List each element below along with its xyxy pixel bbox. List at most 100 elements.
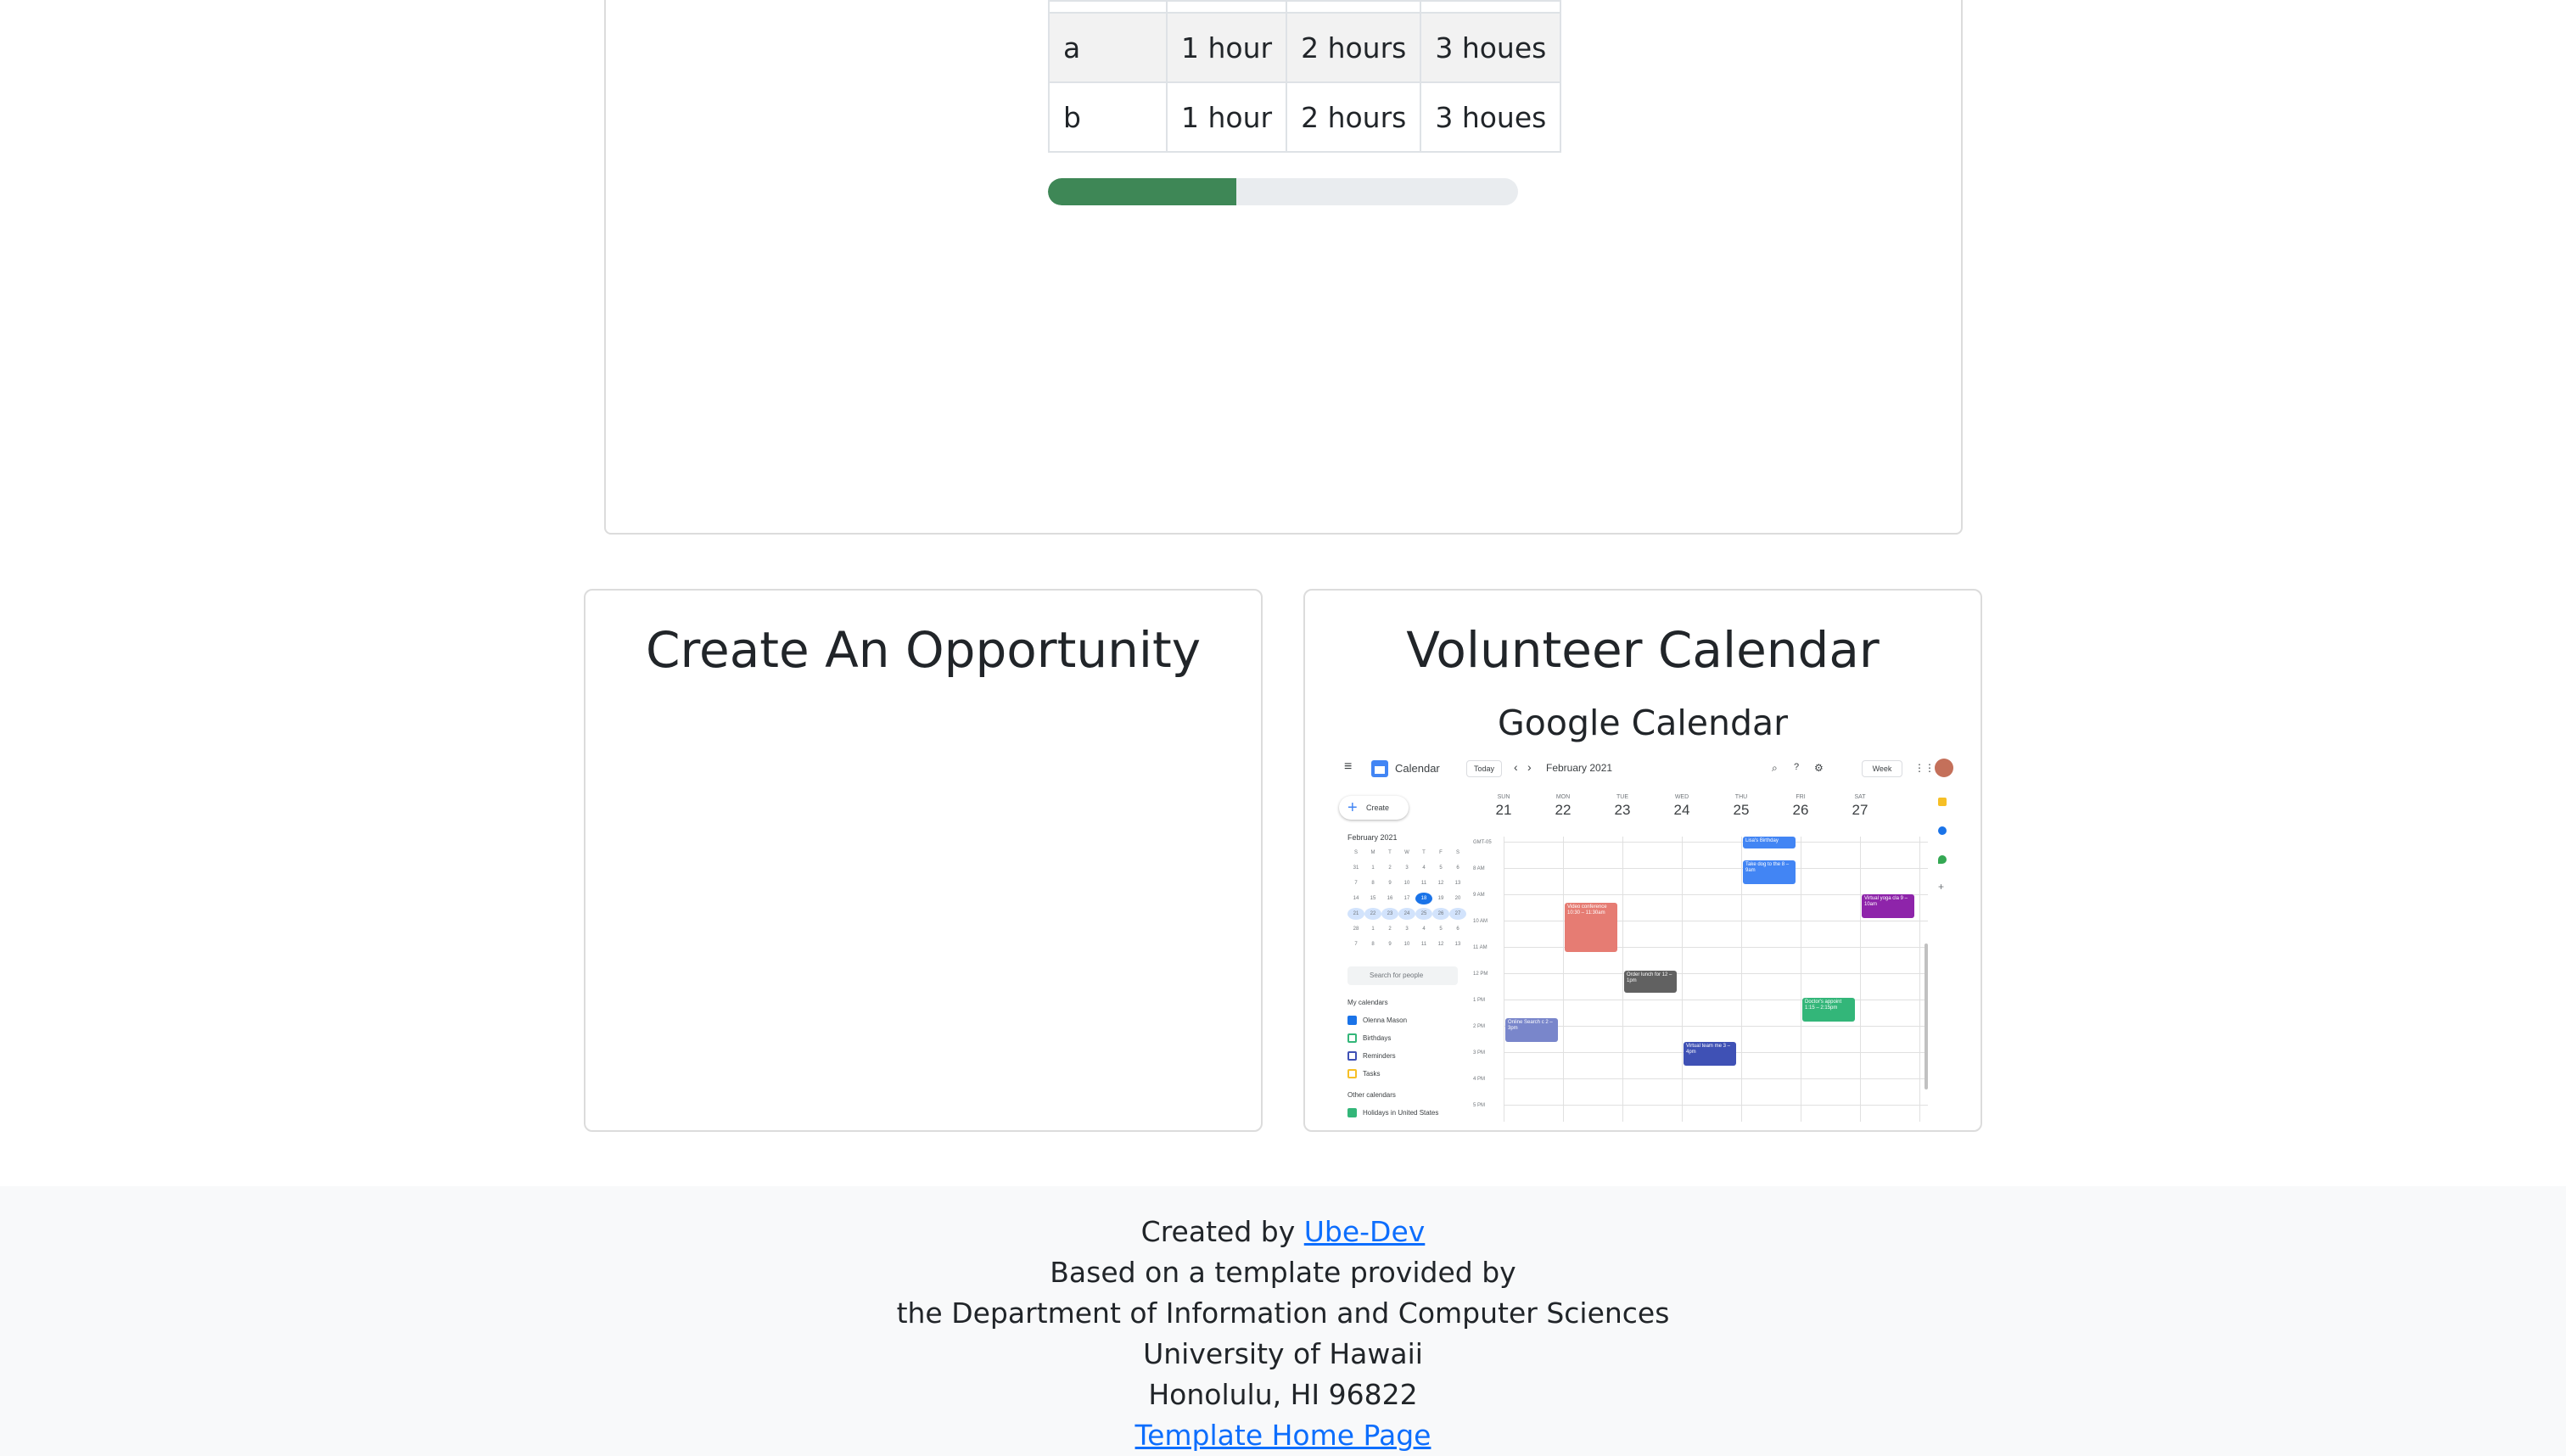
week-grid: Lisa's Birthday Take dog to the 8 – 9am Vi… bbox=[1504, 837, 1928, 1122]
day-header: SAT 27 bbox=[1830, 794, 1890, 819]
hour-line bbox=[1504, 1105, 1928, 1106]
table-row: a 1 hour 2 hours 3 houes bbox=[1048, 12, 1562, 83]
day-number: 22 bbox=[1555, 802, 1572, 818]
mini-day: 27 bbox=[1449, 908, 1466, 920]
calendar-list-item: Holidays in United States bbox=[1363, 1109, 1439, 1117]
day-name: WED bbox=[1674, 794, 1689, 800]
day-column-line bbox=[1563, 837, 1564, 1122]
mini-day: 11 bbox=[1420, 881, 1427, 886]
day-header: WED 24 bbox=[1652, 794, 1712, 819]
search-people-input: Search for people bbox=[1347, 966, 1458, 985]
mini-day: 12 bbox=[1437, 881, 1444, 886]
day-name: MON bbox=[1555, 794, 1571, 800]
calendar-event: Doctor's appoint 1:15 – 2:15pm bbox=[1802, 998, 1855, 1022]
calendar-event: Lisa's Birthday bbox=[1743, 837, 1796, 848]
calendar-list-item: Tasks bbox=[1363, 1070, 1381, 1078]
hour-line bbox=[1504, 1026, 1928, 1027]
row-name: b bbox=[1048, 81, 1168, 153]
day-number: 27 bbox=[1852, 802, 1868, 818]
day-name: FRI bbox=[1796, 794, 1806, 800]
hour-line bbox=[1504, 868, 1928, 869]
day-number: 21 bbox=[1495, 802, 1512, 818]
checkbox-icon bbox=[1347, 1069, 1357, 1078]
apps-grid-icon: ⋮⋮ bbox=[1914, 762, 1935, 774]
cell-one-hour: 1 hour bbox=[1165, 81, 1288, 153]
calendar-app-name: Calendar bbox=[1395, 762, 1440, 775]
mini-day: S bbox=[1455, 850, 1459, 855]
table-row: b 1 hour 2 hours 3 houes bbox=[1048, 81, 1562, 153]
mini-month-calendar: February 2021 S M T W T F S 31 1 2 3 4 5 6 7 8 9 10 11 12 13… bbox=[1347, 833, 1466, 947]
mini-day: 11 bbox=[1420, 942, 1427, 947]
calendar-toolbar: ≡ Calendar Today ‹ › February 2021 ⌕ ? ⚙… bbox=[1336, 757, 1955, 782]
hour-line bbox=[1504, 842, 1928, 843]
day-name: SUN bbox=[1497, 794, 1510, 800]
time-label: 10 AM bbox=[1473, 919, 1488, 924]
mini-day: 7 bbox=[1354, 942, 1358, 947]
mini-day: 9 bbox=[1388, 881, 1392, 886]
checkbox-icon bbox=[1347, 1051, 1357, 1061]
mini-day: 20 bbox=[1454, 896, 1461, 901]
hours-table: a 1 hour 2 hours 3 houes b 1 hour 2 hour… bbox=[1048, 0, 1562, 153]
day-number: 26 bbox=[1792, 802, 1809, 818]
scrollbar bbox=[1924, 944, 1928, 1089]
time-label: GMT-05 bbox=[1473, 840, 1492, 845]
day-column-line bbox=[1741, 837, 1742, 1122]
footer: Created by Ube-Dev Based on a template p… bbox=[0, 1186, 2566, 1456]
footer-home-link-line: Template Home Page bbox=[0, 1419, 2566, 1452]
search-icon: ⌕ bbox=[1772, 762, 1778, 774]
create-label: Create bbox=[1366, 804, 1390, 812]
mini-day: 24 bbox=[1398, 908, 1415, 920]
day-header: FRI 26 bbox=[1771, 794, 1830, 819]
mini-day: 17 bbox=[1403, 896, 1410, 901]
mini-day: 12 bbox=[1437, 942, 1444, 947]
mini-day: 5 bbox=[1439, 865, 1443, 871]
mini-day: 15 bbox=[1370, 896, 1376, 901]
footer-template-line: Based on a template provided by bbox=[1050, 1256, 1516, 1289]
add-addon-icon: + bbox=[1938, 881, 1945, 893]
mini-day: 26 bbox=[1432, 908, 1449, 920]
mini-day: 23 bbox=[1381, 908, 1398, 920]
time-label: 4 PM bbox=[1473, 1077, 1486, 1082]
mini-day: T bbox=[1388, 850, 1392, 855]
menu-icon: ≡ bbox=[1344, 759, 1353, 774]
day-number: 25 bbox=[1733, 802, 1750, 818]
mini-day: 1 bbox=[1371, 865, 1375, 871]
volunteer-calendar-title: Volunteer Calendar bbox=[1406, 621, 1880, 679]
mini-day: 6 bbox=[1456, 865, 1459, 871]
calendar-event: Video conference 10:30 – 11:30am bbox=[1565, 903, 1617, 952]
template-home-link[interactable]: Template Home Page bbox=[1135, 1419, 1431, 1452]
mini-day: 13 bbox=[1454, 942, 1461, 947]
checkbox-icon bbox=[1347, 1016, 1357, 1025]
mini-day: 2 bbox=[1388, 865, 1392, 871]
day-column-line bbox=[1682, 837, 1683, 1122]
mini-day: 2 bbox=[1388, 927, 1392, 932]
mini-day: 21 bbox=[1347, 908, 1364, 920]
mini-day: 1 bbox=[1371, 927, 1375, 932]
calendar-list-item: Birthdays bbox=[1363, 1034, 1392, 1042]
mini-day: 5 bbox=[1439, 927, 1443, 932]
calendar-list-item: Olenna Mason bbox=[1363, 1016, 1408, 1024]
mini-day: F bbox=[1439, 850, 1443, 855]
hour-line bbox=[1504, 973, 1928, 974]
mini-day: 28 bbox=[1353, 927, 1359, 932]
google-calendar-screenshot[interactable]: ≡ Calendar Today ‹ › February 2021 ⌕ ? ⚙… bbox=[1336, 757, 1955, 1122]
mini-day: 18 bbox=[1415, 893, 1432, 904]
mini-day: 8 bbox=[1371, 942, 1375, 947]
time-label: 5 PM bbox=[1473, 1103, 1486, 1108]
mini-day: 19 bbox=[1437, 896, 1444, 901]
day-header: SUN 21 bbox=[1474, 794, 1533, 819]
calendar-month-label: February 2021 bbox=[1546, 762, 1613, 774]
time-label: 12 PM bbox=[1473, 972, 1488, 977]
my-calendars-heading: My calendars bbox=[1347, 999, 1388, 1006]
calendar-event: Virtual team me 3 – 4pm bbox=[1684, 1042, 1736, 1066]
mini-day: T bbox=[1422, 850, 1426, 855]
calendar-list-item: Reminders bbox=[1363, 1052, 1396, 1060]
help-icon: ? bbox=[1794, 762, 1800, 772]
calendar-event: Order lunch for 12 – 1pm bbox=[1624, 971, 1677, 993]
cell-two-hours: 2 hours bbox=[1286, 81, 1422, 153]
mini-day: 25 bbox=[1415, 908, 1432, 920]
day-header: THU 25 bbox=[1712, 794, 1771, 819]
calendar-logo-icon bbox=[1371, 760, 1388, 777]
author-link[interactable]: Ube-Dev bbox=[1304, 1215, 1426, 1248]
mini-day: 16 bbox=[1387, 896, 1393, 901]
